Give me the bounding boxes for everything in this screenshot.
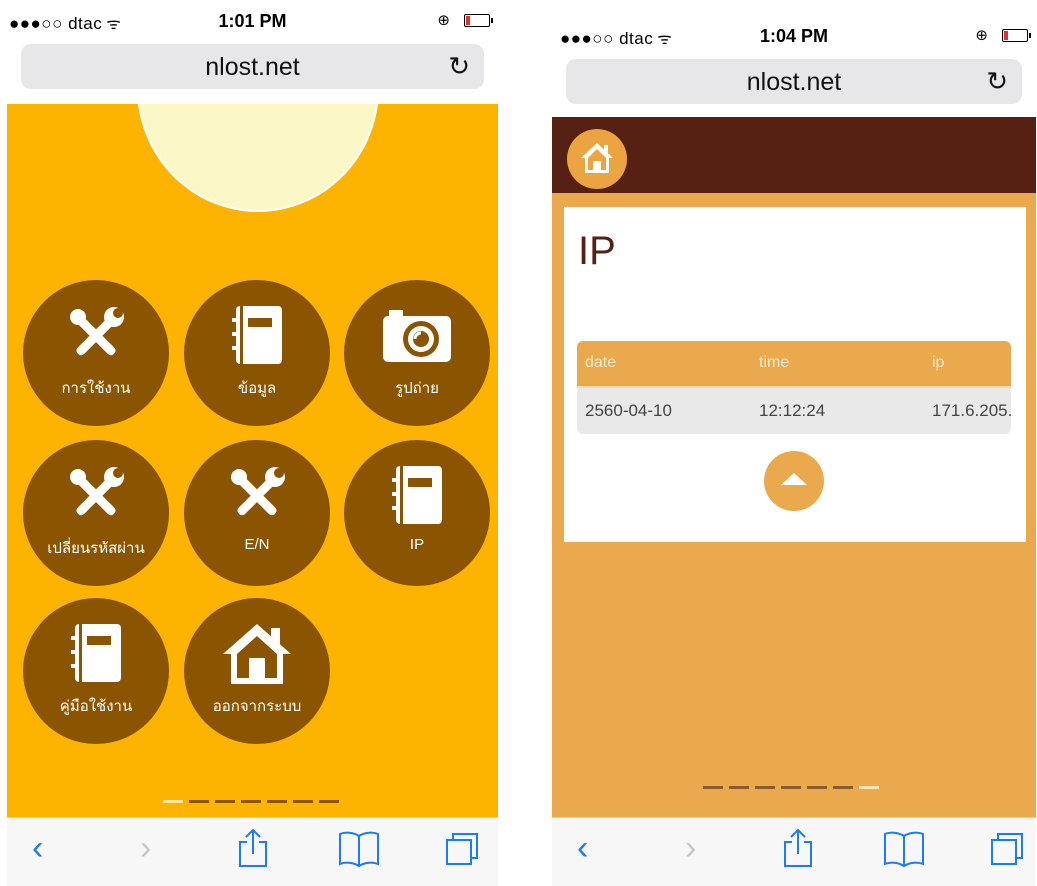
tools-icon [23,462,169,528]
ip-table: date time ip 2560-04-10 12:12:24 171.6.2… [577,341,1011,434]
forward-button[interactable]: › [140,828,151,868]
top-navbar [552,117,1036,193]
menu-ip-button[interactable]: IP [344,440,490,586]
column-header-date: date [585,354,617,371]
menu-label: ออกจากระบบ [212,698,302,715]
menu-label: รูปถ่าย [395,380,439,397]
share-icon[interactable] [780,828,816,868]
menu-label: IP [409,536,425,553]
back-button[interactable]: ‹ [32,828,43,868]
menu-label: การใช้งาน [61,380,131,397]
menu-label: ข้อมูล [237,380,277,397]
back-button[interactable]: ‹ [577,828,588,868]
bookmarks-icon[interactable] [882,828,926,868]
reload-icon[interactable]: ↻ [448,51,470,82]
menu-photo-button[interactable]: รูปถ่าย [344,280,490,426]
menu-label: เปลี่ยนรหัสผ่าน [47,540,145,557]
notebook-icon [23,620,169,686]
status-bar: ●●●○○ dtac ᯤ 1:04 PM ⊕ [552,15,1036,55]
tools-icon [23,302,169,368]
menu-change-password-button[interactable]: เปลี่ยนรหัสผ่าน [23,440,169,586]
reload-icon[interactable]: ↻ [986,66,1008,97]
page-dot[interactable] [319,800,339,803]
address-bar[interactable]: nlost.net ↻ [21,44,484,89]
battery-icon [1002,29,1031,42]
right-phone-screen: ●●●○○ dtac ᯤ 1:04 PM ⊕ nlost.net ↻ IP dat… [552,15,1036,886]
clock: 1:04 PM [759,26,829,46]
page-dot[interactable] [703,786,723,789]
address-bar[interactable]: nlost.net ↻ [566,59,1022,104]
page-title: IP [578,229,616,273]
page-dot[interactable] [729,786,749,789]
menu-en-button[interactable]: E/N [184,440,330,586]
page-dot[interactable] [859,786,879,789]
rotation-lock-icon: ⊕ [437,12,450,29]
tabs-icon[interactable] [988,828,1028,868]
table-row: 2560-04-10 12:12:24 171.6.205.16 [577,388,1011,434]
url-text[interactable]: nlost.net [566,68,1022,97]
home-icon [184,620,330,686]
tabs-icon[interactable] [443,828,483,868]
home-icon [581,143,613,173]
menu-info-button[interactable]: ข้อมูล [184,280,330,426]
camera-icon [344,302,490,368]
column-header-time: time [759,354,790,371]
notebook-icon [184,302,330,368]
page-dot[interactable] [189,800,209,803]
forward-button[interactable]: › [685,828,696,868]
page-dot[interactable] [807,786,827,789]
page-dot[interactable] [267,800,287,803]
profile-header-circle [137,104,379,212]
ip-page: IP date time ip 2560-04-10 12:12:24 171.… [552,117,1036,817]
menu-manual-button[interactable]: คู่มือใช้งาน [23,598,169,744]
menu-label: E/N [244,536,270,553]
column-header-ip: ip [932,354,945,371]
page-dot[interactable] [215,800,235,803]
page-dot[interactable] [293,800,313,803]
browser-toolbar: ‹ › [7,817,498,886]
menu-label: คู่มือใช้งาน [59,698,133,715]
cell-time: 12:12:24 [759,401,826,420]
table-header: date time ip [577,341,1011,388]
status-bar: ●●●○○ dtac ᯤ 1:01 PM ⊕ [7,0,498,40]
page-indicator [7,800,498,804]
home-button[interactable] [567,129,627,189]
page-dot[interactable] [833,786,853,789]
notebook-icon [344,462,490,528]
page-indicator [552,786,1036,790]
url-text[interactable]: nlost.net [21,53,484,82]
menu-usage-button[interactable]: การใช้งาน [23,280,169,426]
scroll-up-button[interactable] [764,451,824,511]
battery-icon [464,14,493,27]
page-dot[interactable] [163,800,183,803]
menu-logout-button[interactable]: ออกจากระบบ [184,598,330,744]
rotation-lock-icon: ⊕ [975,27,988,44]
tools-icon [184,462,330,528]
bookmarks-icon[interactable] [337,828,381,868]
ip-card: IP date time ip 2560-04-10 12:12:24 171.… [564,207,1026,542]
browser-toolbar: ‹ › [552,817,1036,886]
page-dot[interactable] [755,786,775,789]
share-icon[interactable] [235,828,271,868]
cell-ip: 171.6.205.16 [932,401,1011,420]
page-dot[interactable] [781,786,801,789]
page-dot[interactable] [241,800,261,803]
cell-date: 2560-04-10 [585,401,672,420]
menu-page: การใช้งาน ข้อมูล รูปถ่าย เปลี่ยนรหัสผ่าน [7,104,498,817]
clock: 1:01 PM [218,11,287,31]
left-phone-screen: ●●●○○ dtac ᯤ 1:01 PM ⊕ nlost.net ↻ การใช้… [7,0,498,886]
